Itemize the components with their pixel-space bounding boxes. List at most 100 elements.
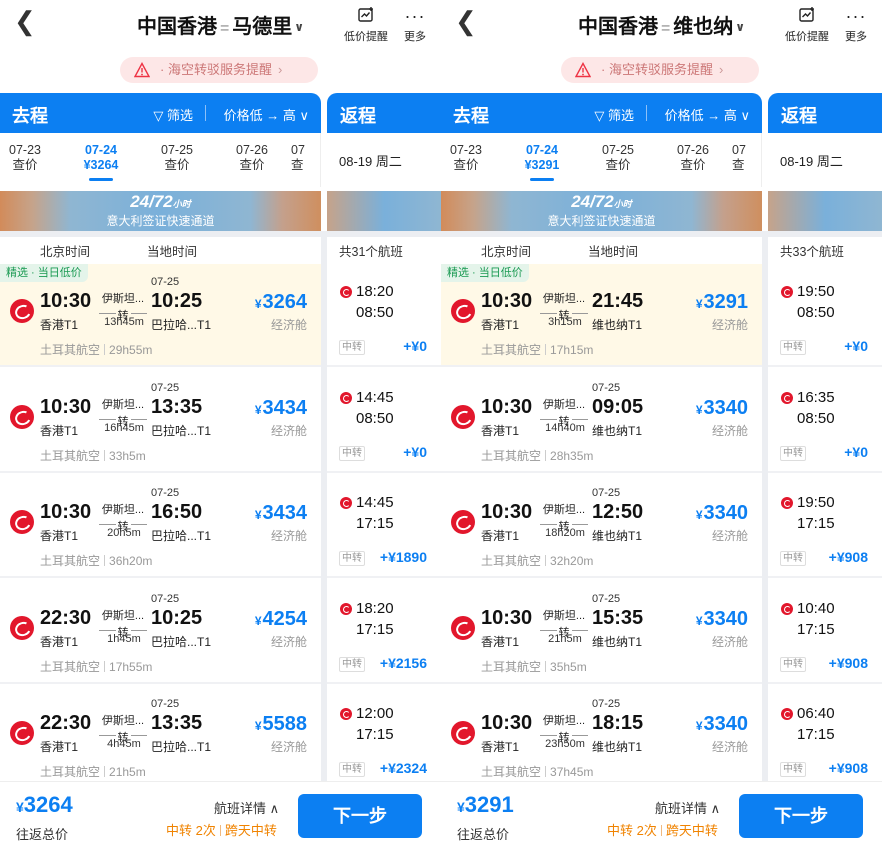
- date-tab-selected[interactable]: 07-24 ¥3264: [71, 143, 131, 181]
- flight-price: ¥3291: [696, 291, 748, 314]
- date-tab-selected[interactable]: 07-24 ¥3291: [512, 143, 572, 181]
- departure-airport: 香港T1: [40, 318, 79, 332]
- transfer-notice[interactable]: · 海空转驳服务提醒 ›: [120, 57, 318, 83]
- banner-main: 24/72: [571, 192, 614, 211]
- return-price-diff: +¥908: [828, 549, 868, 565]
- filter-button[interactable]: ▽ 筛选: [153, 105, 193, 124]
- date-price: ¥3264: [83, 158, 119, 172]
- currency-symbol: ¥: [695, 719, 703, 733]
- cabin-class: 经济舱: [270, 634, 307, 649]
- sort-button[interactable]: 价格低 → 高 ∨: [665, 105, 750, 124]
- more-dots-icon: ···: [845, 6, 867, 26]
- return-date-label: 08-19 周二: [339, 154, 402, 169]
- date-tab[interactable]: 07-23 查价: [441, 143, 496, 173]
- return-arrival-time: 17:15: [797, 620, 835, 638]
- departure-time: 10:30: [481, 395, 533, 418]
- date-price: 查价: [453, 158, 479, 172]
- date-label: 07-24: [526, 143, 558, 157]
- divider: [104, 344, 106, 355]
- more-button[interactable]: ··· 更多: [832, 6, 880, 44]
- chevron-up-icon: ∧: [710, 801, 721, 816]
- return-price-diff: +¥908: [828, 760, 868, 776]
- promo-banner-return[interactable]: [768, 191, 882, 231]
- flight-card[interactable]: 10:30 香港T1 伊斯坦... 转 21h5m 07-25 15:35 维也…: [441, 580, 762, 684]
- divider: [646, 105, 647, 121]
- return-flight-card[interactable]: 19:50 17:15 中转 +¥908: [768, 475, 882, 578]
- return-date[interactable]: 08-19 周二: [768, 133, 882, 187]
- low-price-alert-button[interactable]: 低价提醒: [783, 6, 831, 44]
- transfer-info: 伊斯坦... 转: [540, 712, 588, 744]
- transfer-info: 伊斯坦... 转: [99, 396, 147, 428]
- return-flight-card[interactable]: 18:20 17:15 中转 +¥2156: [327, 580, 441, 684]
- flight-details-toggle[interactable]: 航班详情 ∧: [214, 798, 279, 817]
- arrival-airport: 维也纳T1: [592, 423, 643, 438]
- turkish-airlines-logo: [340, 497, 352, 509]
- flight-card[interactable]: 精选 · 当日低价 10:30 香港T1 伊斯坦... 转 3h15m 21:4…: [441, 264, 762, 367]
- arrival-date: 07-25: [151, 592, 180, 605]
- next-step-button[interactable]: 下一步: [298, 794, 422, 838]
- filter-button[interactable]: ▽ 筛选: [594, 105, 634, 124]
- return-flight-card[interactable]: 12:00 17:15 中转 +¥2324: [327, 686, 441, 789]
- flight-details-label: 航班详情: [655, 801, 708, 816]
- airline-row: 土耳其航空 35h5m: [481, 658, 587, 675]
- date-price: 查: [732, 158, 745, 172]
- transfer-badge: 中转: [339, 445, 365, 461]
- return-flight-card[interactable]: 06:40 17:15 中转 +¥908: [768, 686, 882, 789]
- return-arrival-time: 08:50: [356, 304, 394, 321]
- transfer-badge: 中转: [780, 445, 806, 461]
- return-flight-card[interactable]: 18:20 08:50 中转 +¥0: [327, 264, 441, 367]
- return-label: 返程: [781, 106, 817, 126]
- transfer-info: 伊斯坦... 转: [99, 290, 147, 322]
- date-tab[interactable]: 07 查: [732, 143, 762, 173]
- turkish-airlines-logo: [451, 721, 475, 745]
- cabin-class: 经济舱: [270, 318, 307, 332]
- filter-label: 筛选: [166, 108, 193, 123]
- return-flight-card[interactable]: 14:45 08:50 中转 +¥0: [327, 369, 441, 473]
- flight-card[interactable]: 10:30 香港T1 伊斯坦... 转 16h45m 07-25 13:35 巴…: [0, 369, 321, 473]
- more-button[interactable]: ··· 更多: [391, 6, 439, 44]
- return-flight-card[interactable]: 16:35 08:50 中转 +¥0: [768, 369, 882, 473]
- flight-details-toggle[interactable]: 航班详情 ∧: [655, 798, 720, 817]
- origin-city: 中国香港: [577, 16, 658, 38]
- flight-card[interactable]: 10:30 香港T1 伊斯坦... 转 18h20m 07-25 12:50 维…: [441, 475, 762, 578]
- turkish-airlines-logo: [10, 721, 34, 745]
- next-step-button[interactable]: 下一步: [739, 794, 863, 838]
- flight-card[interactable]: 10:30 香港T1 伊斯坦... 转 23h50m 07-25 18:15 维…: [441, 686, 762, 789]
- date-tab[interactable]: 07-25 查价: [588, 143, 648, 173]
- return-flight-card[interactable]: 19:50 08:50 中转 +¥0: [768, 264, 882, 367]
- flight-card[interactable]: 10:30 香港T1 伊斯坦... 转 14h40m 07-25 09:05 维…: [441, 369, 762, 473]
- price-amount: 3340: [703, 502, 749, 524]
- airline-name: 土耳其航空: [40, 343, 101, 357]
- return-price-diff: +¥0: [844, 443, 868, 460]
- sort-button[interactable]: 价格低 → 高 ∨: [224, 105, 309, 124]
- flight-card[interactable]: 22:30 香港T1 伊斯坦... 转 1h45m 07-25 10:25 巴拉…: [0, 580, 321, 684]
- turkish-airlines-logo: [451, 510, 475, 534]
- date-tab[interactable]: 07-23 查价: [0, 143, 55, 173]
- date-tab[interactable]: 07-25 查价: [147, 143, 207, 173]
- departure-time: 22:30: [40, 606, 92, 629]
- turkish-airlines-logo: [781, 286, 793, 298]
- date-tab[interactable]: 07-26 查价: [663, 143, 723, 173]
- return-date[interactable]: 08-19 周二: [327, 133, 441, 187]
- date-tab[interactable]: 07-26 查价: [222, 143, 282, 173]
- flight-card[interactable]: 22:30 香港T1 伊斯坦... 转 4h45m 07-25 13:35 巴拉…: [0, 686, 321, 789]
- cabin-class: 经济舱: [270, 529, 307, 543]
- arrival-airport: 维也纳T1: [592, 634, 643, 649]
- return-flight-card[interactable]: 10:40 17:15 中转 +¥908: [768, 580, 882, 684]
- arrival-time: 21:45: [592, 290, 644, 312]
- currency-symbol: ¥: [695, 613, 703, 628]
- outbound-label: 去程: [453, 106, 489, 126]
- return-flight-card[interactable]: 14:45 17:15 中转 +¥1890: [327, 475, 441, 578]
- promo-banner[interactable]: 24/72小时 意大利签证快速通道: [0, 191, 321, 231]
- transfer-info: 伊斯坦... 转: [540, 501, 588, 533]
- low-price-alert-button[interactable]: 低价提醒: [342, 6, 390, 44]
- airline-name: 土耳其航空: [481, 448, 542, 463]
- flight-card[interactable]: 10:30 香港T1 伊斯坦... 转 20h5m 07-25 16:50 巴拉…: [0, 475, 321, 578]
- date-tab[interactable]: 07 查: [291, 143, 321, 173]
- promo-banner[interactable]: 24/72小时 意大利签证快速通道: [441, 191, 762, 231]
- banner-subtitle: 意大利签证快速通道: [106, 214, 215, 228]
- transfer-notice[interactable]: · 海空转驳服务提醒 ›: [561, 57, 759, 83]
- promo-banner-return[interactable]: [327, 191, 441, 231]
- flight-card[interactable]: 精选 · 当日低价 10:30 香港T1 伊斯坦... 转 13h45m 07-…: [0, 264, 321, 367]
- price-alert-icon: [342, 6, 390, 28]
